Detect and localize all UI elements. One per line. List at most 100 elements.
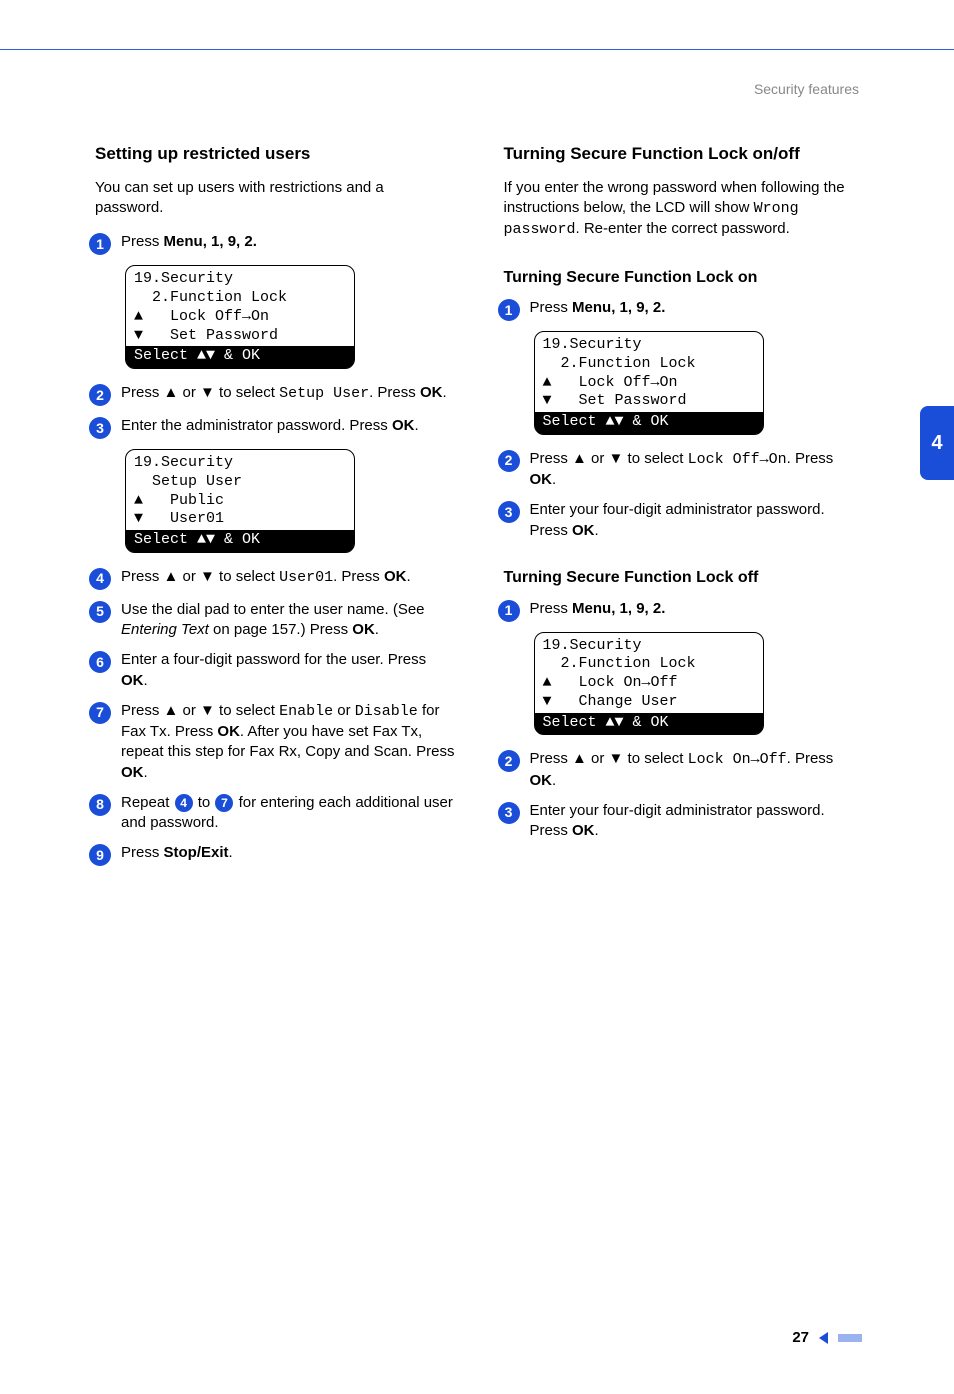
lcd2-line2: Setup User — [134, 473, 346, 492]
footer-stripe-icon — [838, 1334, 862, 1342]
lcd-display-on: 19.Security 2.Function Lock ▲ Lock Off→O… — [534, 331, 764, 435]
s5-ok: OK — [352, 621, 375, 638]
off-step-2: 2 Press ▲ or ▼ to select Lock On→Off. Pr… — [498, 749, 865, 791]
step-badge-3: 3 — [89, 417, 111, 439]
step-badge-1: 1 — [89, 233, 111, 255]
off-badge-3: 3 — [498, 802, 520, 824]
breadcrumb: Security features — [0, 50, 954, 99]
step-badge-5: 5 — [89, 601, 111, 623]
s7-a: Press ▲ or ▼ to select — [121, 702, 279, 719]
footer-triangle-icon — [819, 1332, 828, 1344]
inline-badge-7: 7 — [215, 794, 233, 812]
step-badge-9: 9 — [89, 844, 111, 866]
lcdoff-l4: ▼ Change User — [543, 693, 755, 712]
step-badge-7: 7 — [89, 702, 111, 724]
step-4: 4 Press ▲ or ▼ to select User01. Press O… — [89, 567, 456, 590]
s7-mono1: Enable — [279, 703, 333, 720]
s3-c: . — [414, 417, 418, 434]
step-badge-6: 6 — [89, 651, 111, 673]
step-1: 1 Press Menu, 1, 9, 2. — [89, 232, 456, 255]
lcd-display-off: 19.Security 2.Function Lock ▲ Lock On→Of… — [534, 632, 764, 736]
s7-mono2: Disable — [355, 703, 418, 720]
step-6: 6 Enter a four-digit password for the us… — [89, 650, 456, 691]
s7-ok2: OK — [121, 764, 144, 781]
on3-c: . — [595, 522, 599, 539]
step-badge-8: 8 — [89, 794, 111, 816]
off1-keys: , 1, 9, 2. — [611, 600, 665, 617]
lcdoff-l1: 19.Security — [543, 637, 755, 656]
menu-label: Menu — [164, 233, 203, 250]
lcd1-line4: ▼ Set Password — [134, 327, 346, 346]
step1-keys: , 1, 9, 2. — [203, 233, 257, 250]
subheading-lock-off: Turning Secure Function Lock off — [504, 567, 865, 589]
on2-mono: Lock Off→On — [688, 451, 787, 468]
s4-a: Press ▲ or ▼ to select — [121, 568, 279, 585]
s3-a: Enter the administrator password. Press — [121, 417, 392, 434]
subheading-lock-on: Turning Secure Function Lock on — [504, 267, 865, 289]
left-column: Setting up restricted users You can set … — [95, 129, 456, 876]
s7-d: . — [144, 764, 148, 781]
lcd1-line2: 2.Function Lock — [134, 289, 346, 308]
step1-pre: Press — [121, 233, 164, 250]
on1-keys: , 1, 9, 2. — [611, 299, 665, 316]
step-9: 9 Press Stop/Exit. — [89, 843, 456, 866]
on-step-2: 2 Press ▲ or ▼ to select Lock Off→On. Pr… — [498, 449, 865, 491]
off2-b: . Press — [787, 750, 834, 767]
s9-a: Press — [121, 844, 164, 861]
lcd1-line3: ▲ Lock Off→On — [134, 308, 346, 327]
s4-c: . — [406, 568, 410, 585]
intro-text: You can set up users with restrictions a… — [95, 178, 456, 219]
s4-b: . Press — [333, 568, 384, 585]
heading-setting-up-restricted-users: Setting up restricted users — [95, 143, 456, 166]
inline-badge-4: 4 — [175, 794, 193, 812]
lcd1-line1: 19.Security — [134, 270, 346, 289]
s2-c: . — [442, 384, 446, 401]
s5-a: Use the dial pad to enter the user name.… — [121, 601, 425, 618]
lcdoff-l2: 2.Function Lock — [543, 655, 755, 674]
lcd2-line5: Select ▲▼ & OK — [126, 530, 354, 552]
on2-a: Press ▲ or ▼ to select — [530, 450, 688, 467]
page-number: 27 — [792, 1328, 809, 1348]
page-footer: 27 — [792, 1328, 862, 1348]
lcdon-l3: ▲ Lock Off→On — [543, 374, 755, 393]
right-intro: If you enter the wrong password when fol… — [504, 178, 865, 241]
on1-pre: Press — [530, 299, 573, 316]
lcdon-l1: 19.Security — [543, 336, 755, 355]
lcdon-l2: 2.Function Lock — [543, 355, 755, 374]
s9-b: . — [229, 844, 233, 861]
on1-menu: Menu — [572, 299, 611, 316]
step-5: 5 Use the dial pad to enter the user nam… — [89, 600, 456, 641]
on-badge-2: 2 — [498, 450, 520, 472]
step-2: 2 Press ▲ or ▼ to select Setup User. Pre… — [89, 383, 456, 406]
s2-mono: Setup User — [279, 385, 369, 402]
on2-c: . — [552, 471, 556, 488]
off1-pre: Press — [530, 600, 573, 617]
s7-mid: or — [333, 702, 355, 719]
s2-b: . Press — [369, 384, 420, 401]
off2-ok: OK — [530, 772, 553, 789]
s5-b: on page 157.) Press — [209, 621, 352, 638]
off-step-1: 1 Press Menu, 1, 9, 2. — [498, 599, 865, 622]
on2-ok: OK — [530, 471, 553, 488]
on3-ok: OK — [572, 522, 595, 539]
on-step-1: 1 Press Menu, 1, 9, 2. — [498, 298, 865, 321]
s3-ok: OK — [392, 417, 415, 434]
s5-c: . — [375, 621, 379, 638]
s2-a: Press ▲ or ▼ to select — [121, 384, 279, 401]
lcd2-line3: ▲ Public — [134, 492, 346, 511]
step-badge-2: 2 — [89, 384, 111, 406]
on2-b: . Press — [787, 450, 834, 467]
off-badge-2: 2 — [498, 750, 520, 772]
s4-ok: OK — [384, 568, 407, 585]
on-badge-3: 3 — [498, 501, 520, 523]
off2-mono: Lock On→Off — [688, 751, 787, 768]
right-column: Turning Secure Function Lock on/off If y… — [504, 129, 865, 876]
off-step-3: 3 Enter your four-digit administrator pa… — [498, 801, 865, 842]
heading-secure-function-lock-onoff: Turning Secure Function Lock on/off — [504, 143, 865, 166]
off3-ok: OK — [572, 822, 595, 839]
s4-mono: User01 — [279, 569, 333, 586]
step-3: 3 Enter the administrator password. Pres… — [89, 416, 456, 439]
off-badge-1: 1 — [498, 600, 520, 622]
lcdon-l4: ▼ Set Password — [543, 392, 755, 411]
lcd1-line5: Select ▲▼ & OK — [126, 346, 354, 368]
